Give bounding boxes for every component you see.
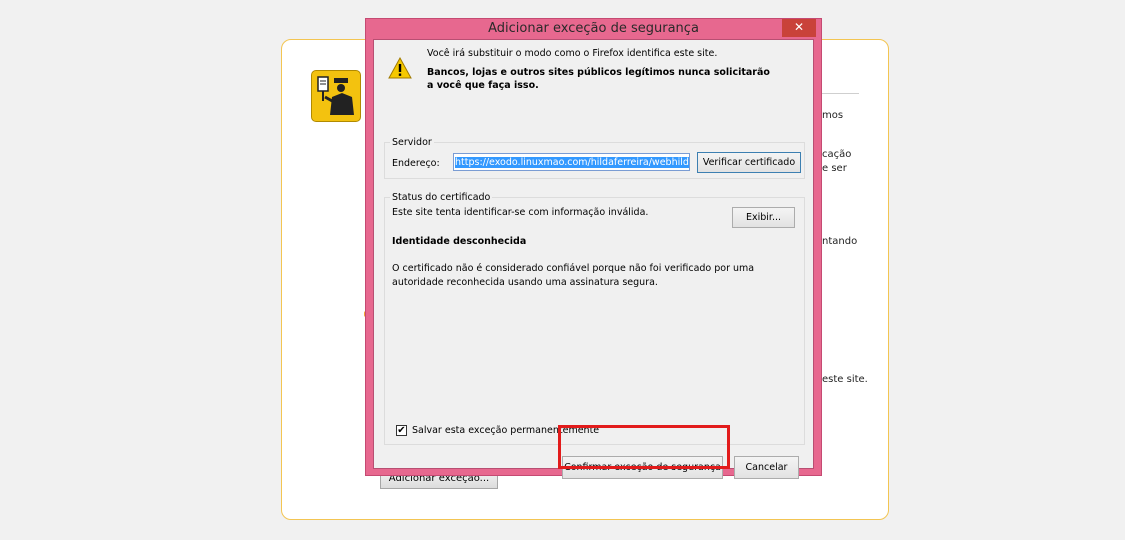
background-text: e ser — [822, 163, 847, 174]
intro-warning-text: Bancos, lojas e outros sites públicos le… — [427, 67, 770, 91]
certificate-description: O certificado não é considerado confiáve… — [392, 263, 755, 288]
certificate-status-summary: Este site tenta identificar-se com infor… — [392, 207, 649, 218]
intro-text: Você irá substituir o modo como o Firefo… — [427, 48, 718, 59]
background-text: mos — [822, 110, 844, 121]
close-icon[interactable]: ✕ — [782, 19, 816, 37]
address-input-value: https://exodo.linuxmao.com/hildaferreira… — [455, 157, 689, 168]
dialog-titlebar[interactable]: Adicionar exceção de segurança ✕ — [366, 19, 821, 39]
identity-heading: Identidade desconhecida — [392, 236, 527, 247]
background-text: ntando — [822, 236, 858, 247]
dialog-content: Você irá substituir o modo como o Firefo… — [373, 39, 814, 479]
permanent-exception-checkbox[interactable]: ✔ — [396, 425, 407, 436]
cancel-button[interactable]: Cancelar — [734, 456, 799, 479]
dialog-title: Adicionar exceção de segurança — [488, 21, 699, 36]
add-security-exception-dialog: Adicionar exceção de segurança ✕ Você ir… — [365, 18, 822, 479]
background-text: este site. — [822, 374, 868, 385]
background-text: cação — [822, 149, 852, 160]
confirm-button-highlight — [558, 425, 730, 469]
address-label: Endereço: — [392, 158, 440, 169]
server-group-legend: Servidor — [392, 137, 432, 148]
certificate-error-icon — [311, 70, 361, 122]
warning-icon — [388, 57, 412, 79]
background-divider — [822, 93, 859, 94]
certificate-status-group: Status do certificado — [384, 192, 805, 445]
address-input[interactable]: https://exodo.linuxmao.com/hildaferreira… — [453, 153, 690, 171]
certificate-status-legend: Status do certificado — [392, 192, 491, 203]
verify-certificate-button[interactable]: Verificar certificado — [697, 152, 801, 173]
view-certificate-button[interactable]: Exibir... — [732, 207, 795, 228]
